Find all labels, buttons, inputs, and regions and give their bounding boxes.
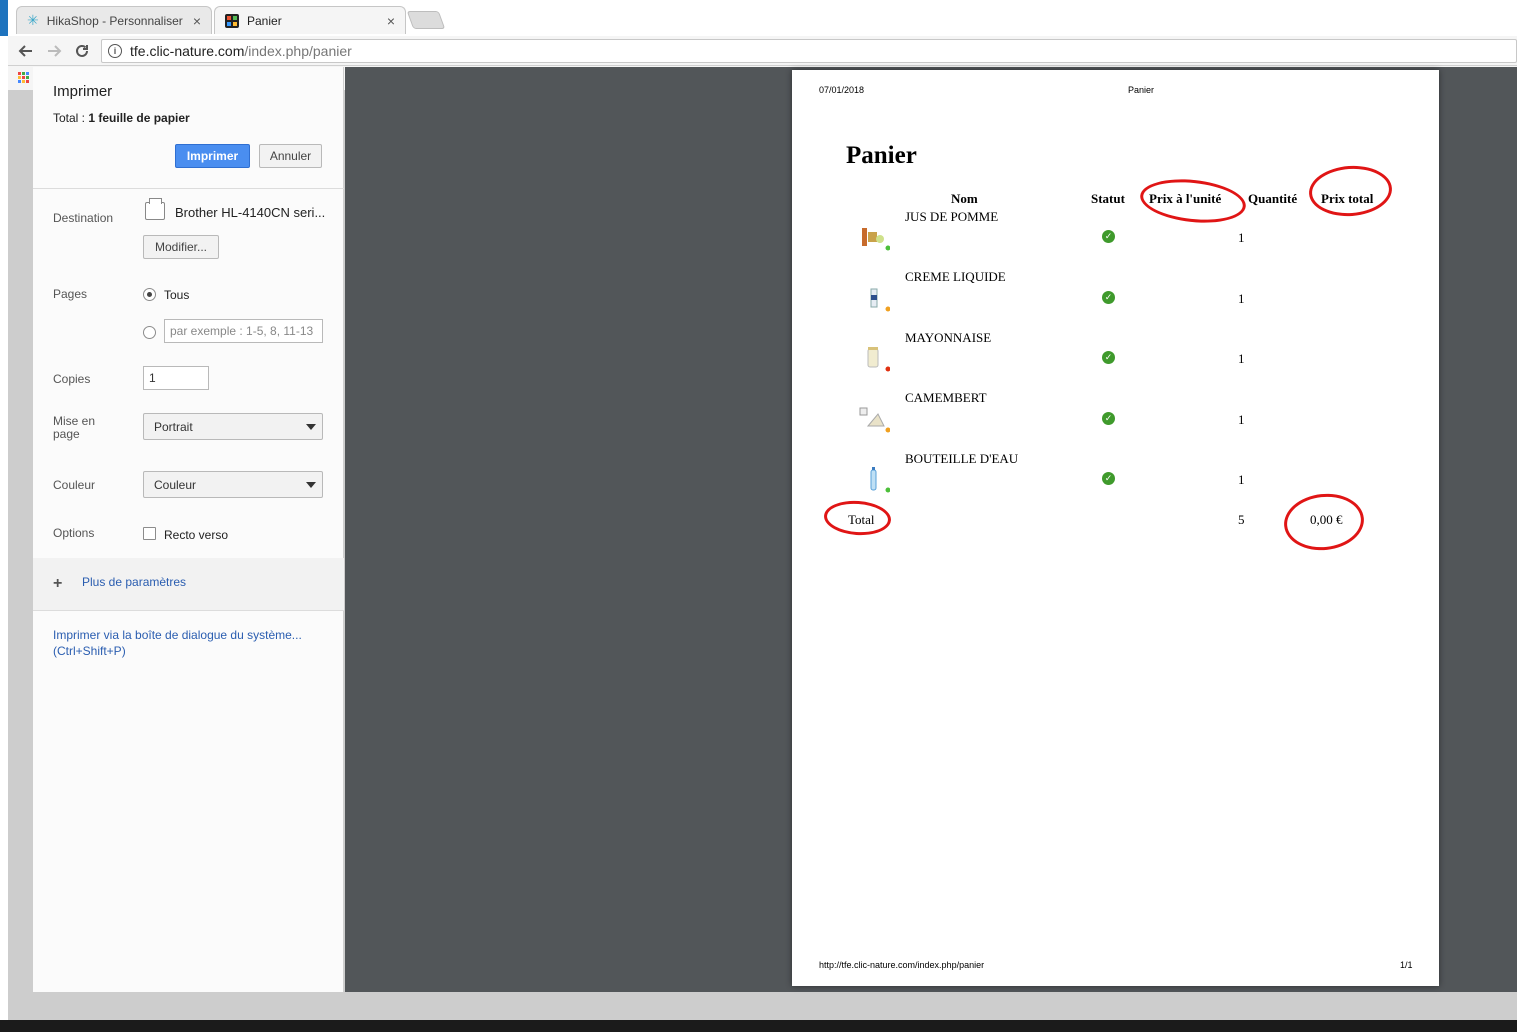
document-title: Panier <box>846 142 917 169</box>
divider <box>33 610 344 611</box>
column-status: Statut <box>1091 191 1125 206</box>
total-prefix: Total : <box>53 111 89 125</box>
print-dialog-title: Imprimer <box>53 83 113 100</box>
column-name: Nom <box>951 191 978 206</box>
hikashop-favicon-icon: ✳ <box>27 12 39 28</box>
destination-label: Destination <box>53 211 114 225</box>
tab-hikashop[interactable]: ✳ HikaShop - Personnaliser × <box>16 6 212 34</box>
color-label: Couleur <box>53 478 96 492</box>
annotation-total-amount-circle <box>1281 489 1367 555</box>
back-arrow-icon[interactable] <box>16 41 36 61</box>
tab-panier[interactable]: Panier × <box>214 6 406 34</box>
tab-title: Panier <box>247 13 282 28</box>
juice-thumbnail-icon <box>858 222 891 252</box>
taskbar <box>0 1020 1517 1032</box>
tab-strip: ✳ HikaShop - Personnaliser × Panier × <box>0 0 1517 36</box>
layout-label: Mise en page <box>53 414 96 441</box>
annotation-unit-price-circle <box>1138 174 1248 228</box>
product-quantity: 1 <box>1238 230 1245 245</box>
url-path: /index.php/panier <box>244 43 352 59</box>
url-host: tfe.clic-nature.com <box>130 43 245 59</box>
header-title: Panier <box>1128 85 1155 95</box>
apps-icon[interactable] <box>18 72 30 84</box>
footer-page: 1/1 <box>1400 960 1413 970</box>
pages-label: Pages <box>53 287 88 301</box>
modify-destination-button[interactable]: Modifier... <box>143 235 219 259</box>
product-quantity: 1 <box>1238 472 1245 487</box>
tab-title: HikaShop - Personnaliser <box>46 13 183 28</box>
cream-thumbnail-icon <box>858 283 891 313</box>
annotation-total-label-circle <box>822 498 893 538</box>
water-bottle-thumbnail-icon <box>858 464 891 494</box>
system-dialog-shortcut[interactable]: (Ctrl+Shift+P) <box>53 643 302 659</box>
window-edge <box>0 0 8 36</box>
layout-value: Portrait <box>154 419 193 434</box>
options-label: Options <box>53 526 95 540</box>
reload-icon[interactable] <box>72 41 92 61</box>
status-check-icon: ✓ <box>1102 230 1115 243</box>
system-dialog-link[interactable]: Imprimer via la boîte de dialogue du sys… <box>53 627 302 659</box>
header-date: 07/01/2018 <box>819 85 865 95</box>
pages-custom-radio[interactable] <box>143 326 156 339</box>
product-quantity: 1 <box>1238 351 1245 366</box>
product-name: MAYONNAISE <box>905 330 992 345</box>
address-bar[interactable]: i tfe.clic-nature.com/index.php/panier <box>101 39 1517 63</box>
color-select[interactable]: Couleur <box>143 471 323 498</box>
camembert-thumbnail-icon <box>858 404 891 434</box>
copies-label: Copies <box>53 372 91 386</box>
chevron-down-icon <box>306 482 316 488</box>
close-tab-icon[interactable]: × <box>193 13 201 29</box>
annotation-total-price-circle <box>1307 163 1394 219</box>
new-tab-button[interactable] <box>406 11 446 29</box>
joomla-favicon-icon <box>225 13 239 28</box>
duplex-label[interactable]: Recto verso <box>164 528 228 542</box>
plus-icon[interactable]: + <box>53 576 62 592</box>
column-quantity: Quantité <box>1248 191 1298 206</box>
status-check-icon: ✓ <box>1102 472 1115 485</box>
print-button[interactable]: Imprimer <box>175 144 250 168</box>
mayonnaise-thumbnail-icon <box>858 343 891 373</box>
total-sheets: 1 feuille de papier <box>88 111 190 125</box>
divider <box>33 188 344 189</box>
browser-toolbar: i tfe.clic-nature.com/index.php/panier <box>8 36 1517 66</box>
printer-icon <box>145 198 165 220</box>
color-value: Couleur <box>154 477 197 492</box>
duplex-checkbox[interactable] <box>143 527 156 540</box>
copies-input[interactable]: 1 <box>143 366 209 390</box>
total-quantity: 5 <box>1238 512 1245 527</box>
pages-all-radio[interactable] <box>143 288 156 301</box>
status-check-icon: ✓ <box>1102 291 1115 304</box>
product-quantity: 1 <box>1238 291 1245 306</box>
forward-arrow-icon[interactable] <box>44 41 64 61</box>
destination-value: Brother HL-4140CN seri... <box>175 205 326 220</box>
product-name: BOUTEILLE D'EAU <box>905 451 1019 466</box>
layout-select[interactable]: Portrait <box>143 413 323 440</box>
product-quantity: 1 <box>1238 412 1245 427</box>
status-check-icon: ✓ <box>1102 412 1115 425</box>
print-settings-panel: Imprimer Total : 1 feuille de papier Imp… <box>33 67 344 992</box>
sheet-count: Total : 1 feuille de papier <box>53 111 190 125</box>
pages-range-input[interactable]: par exemple : 1-5, 8, 11-13 <box>164 319 323 343</box>
status-check-icon: ✓ <box>1102 351 1115 364</box>
more-settings-link[interactable]: Plus de paramètres <box>82 574 186 590</box>
cancel-button[interactable]: Annuler <box>259 144 322 168</box>
info-icon[interactable]: i <box>108 44 122 58</box>
product-name: JUS DE POMME <box>905 209 999 224</box>
pages-all-label[interactable]: Tous <box>164 288 189 302</box>
preview-page: 07/01/2018 Panier Panier Nom Statut Prix… <box>792 70 1439 986</box>
more-settings-section[interactable]: + Plus de paramètres <box>33 558 344 610</box>
chevron-down-icon <box>306 424 316 430</box>
product-name: CREME LIQUIDE <box>905 269 1006 284</box>
product-name: CAMEMBERT <box>905 390 987 405</box>
footer-url: http://tfe.clic-nature.com/index.php/pan… <box>819 960 985 970</box>
close-tab-icon[interactable]: × <box>387 13 395 29</box>
system-dialog-line1[interactable]: Imprimer via la boîte de dialogue du sys… <box>53 627 302 643</box>
